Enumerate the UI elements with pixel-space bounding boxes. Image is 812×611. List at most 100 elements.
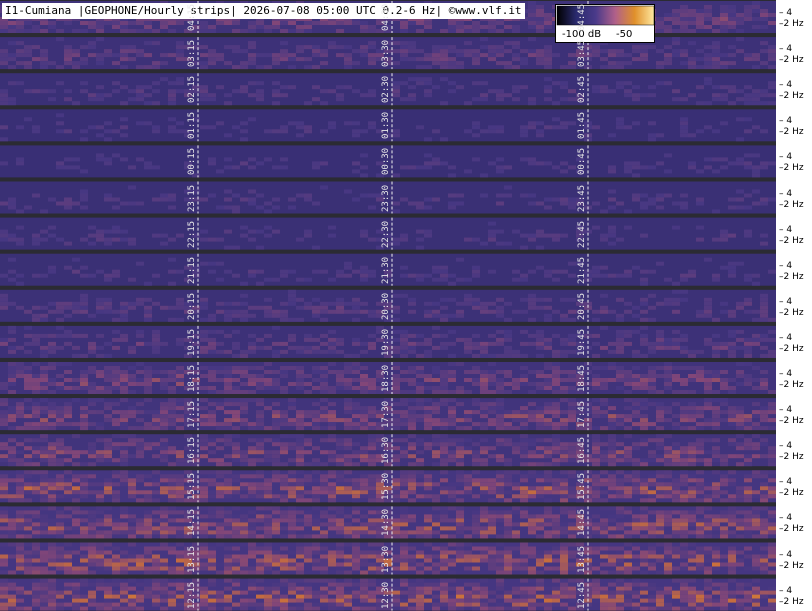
- spectrogram-cell: [304, 21, 312, 25]
- spectrogram-cell: [544, 406, 552, 411]
- spectrogram-cell: [480, 53, 488, 58]
- spectrogram-cell: [472, 133, 480, 138]
- spectrogram-cell: [696, 9, 704, 13]
- spectrogram-cell: [608, 482, 616, 487]
- spectrogram-cell: [64, 129, 72, 134]
- spectrogram-cell: [656, 490, 664, 495]
- spectrogram-cell: [680, 498, 688, 503]
- spectrogram-cell: [624, 333, 632, 338]
- spectrogram-cell: [520, 406, 528, 411]
- spectrogram-cell: [568, 526, 576, 531]
- spectrogram-cell: [176, 370, 184, 374]
- spectrogram-cell: [608, 454, 616, 459]
- spectrogram-cell: [696, 526, 704, 531]
- spectrogram-cell: [48, 21, 56, 25]
- spectrogram-cell: [656, 341, 664, 346]
- spectrogram-cell: [352, 454, 360, 459]
- spectrogram-cell: [328, 482, 336, 487]
- spectrogram-cell: [136, 301, 144, 306]
- spectrogram-cell: [608, 434, 616, 439]
- spectrogram-cell: [496, 329, 504, 334]
- spectrogram-cell: [416, 526, 424, 531]
- spectrogram-cell: [96, 345, 104, 350]
- spectrogram-cell: [128, 562, 136, 567]
- spectrogram-cell: [616, 366, 624, 370]
- spectrogram-cell: [432, 422, 440, 427]
- spectrogram-cell: [744, 422, 752, 427]
- spectrogram-cell: [656, 205, 664, 210]
- spectrogram-cell: [600, 482, 608, 487]
- spectrogram-cell: [216, 570, 224, 575]
- spectrogram-cell: [144, 566, 152, 571]
- spectrogram-cell: [72, 333, 80, 338]
- spectrogram-cell: [640, 165, 648, 170]
- spectrogram-cell: [728, 17, 736, 21]
- spectrogram-cell: [736, 197, 744, 202]
- spectrogram-cell: [56, 450, 64, 455]
- spectrogram-cell: [448, 490, 456, 495]
- spectrogram-cell: [552, 462, 560, 467]
- spectrogram-cell: [344, 462, 352, 467]
- spectrogram-cell: [224, 269, 232, 274]
- spectrogram-cell: [712, 398, 720, 403]
- spectrogram-cell: [704, 370, 712, 374]
- spectrogram-cell: [528, 101, 536, 106]
- spectrogram-cell: [144, 550, 152, 555]
- spectrogram-cell: [432, 157, 440, 162]
- spectrogram-cell: [8, 426, 16, 431]
- spectrogram-cell: [744, 530, 752, 535]
- spectrogram-cell: [616, 534, 624, 539]
- spectrogram-cell: [696, 478, 704, 483]
- spectrogram-cell: [616, 49, 624, 54]
- spectrogram-cell: [392, 349, 400, 354]
- spectrogram-cell: [424, 153, 432, 158]
- spectrogram-cell: [696, 197, 704, 202]
- spectrogram-cell: [336, 29, 344, 33]
- spectrogram-cell: [568, 402, 576, 407]
- spectrogram-cell: [448, 370, 456, 374]
- spectrogram-cell: [16, 49, 24, 54]
- spectrogram-cell: [120, 301, 128, 306]
- spectrogram-cell: [320, 341, 328, 346]
- spectrogram-cell: [112, 386, 120, 390]
- spectrogram-cell: [336, 301, 344, 306]
- spectrogram-cell: [416, 277, 424, 282]
- spectrogram-cell: [416, 77, 424, 82]
- spectrogram-cell: [392, 337, 400, 342]
- spectrogram-cell: [32, 57, 40, 62]
- spectrogram-cell: [632, 478, 640, 483]
- spectrogram-cell: [456, 21, 464, 25]
- spectrogram-cell: [528, 17, 536, 21]
- spectrogram-cell: [24, 474, 32, 479]
- spectrogram-cell: [40, 522, 48, 527]
- spectrogram-cell: [272, 474, 280, 479]
- spectrogram-cell: [640, 418, 648, 423]
- spectrogram-cell: [264, 277, 272, 282]
- spectrogram-cell: [424, 410, 432, 415]
- spectrogram-cell: [456, 490, 464, 495]
- spectrogram-cell: [352, 498, 360, 503]
- spectrogram-cell: [128, 482, 136, 487]
- spectrogram-cell: [760, 9, 768, 13]
- spectrogram-cell: [408, 297, 416, 302]
- spectrogram-cell: [704, 534, 712, 539]
- spectrogram-cell: [672, 329, 680, 334]
- spectrogram-cell: [352, 422, 360, 427]
- spectrogram-cell: [168, 193, 176, 198]
- spectrogram-cell: [752, 57, 760, 62]
- spectrogram-cell: [8, 498, 16, 503]
- spectrogram-cell: [136, 157, 144, 162]
- spectrogram-cell: [232, 341, 240, 346]
- spectrogram-cell: [456, 301, 464, 306]
- spectrogram-cell: [360, 25, 368, 29]
- spectrogram-cell: [176, 530, 184, 535]
- spectrogram-cell: [160, 478, 168, 483]
- spectrogram-cell: [680, 193, 688, 198]
- spectrogram-cell: [704, 301, 712, 306]
- spectrogram-cell: [64, 550, 72, 555]
- spectrogram-cell: [424, 518, 432, 523]
- spectrogram-cell: [248, 349, 256, 354]
- spectrogram-cell: [440, 313, 448, 318]
- spectrogram-cell: [64, 458, 72, 463]
- spectrogram-cell: [72, 257, 80, 262]
